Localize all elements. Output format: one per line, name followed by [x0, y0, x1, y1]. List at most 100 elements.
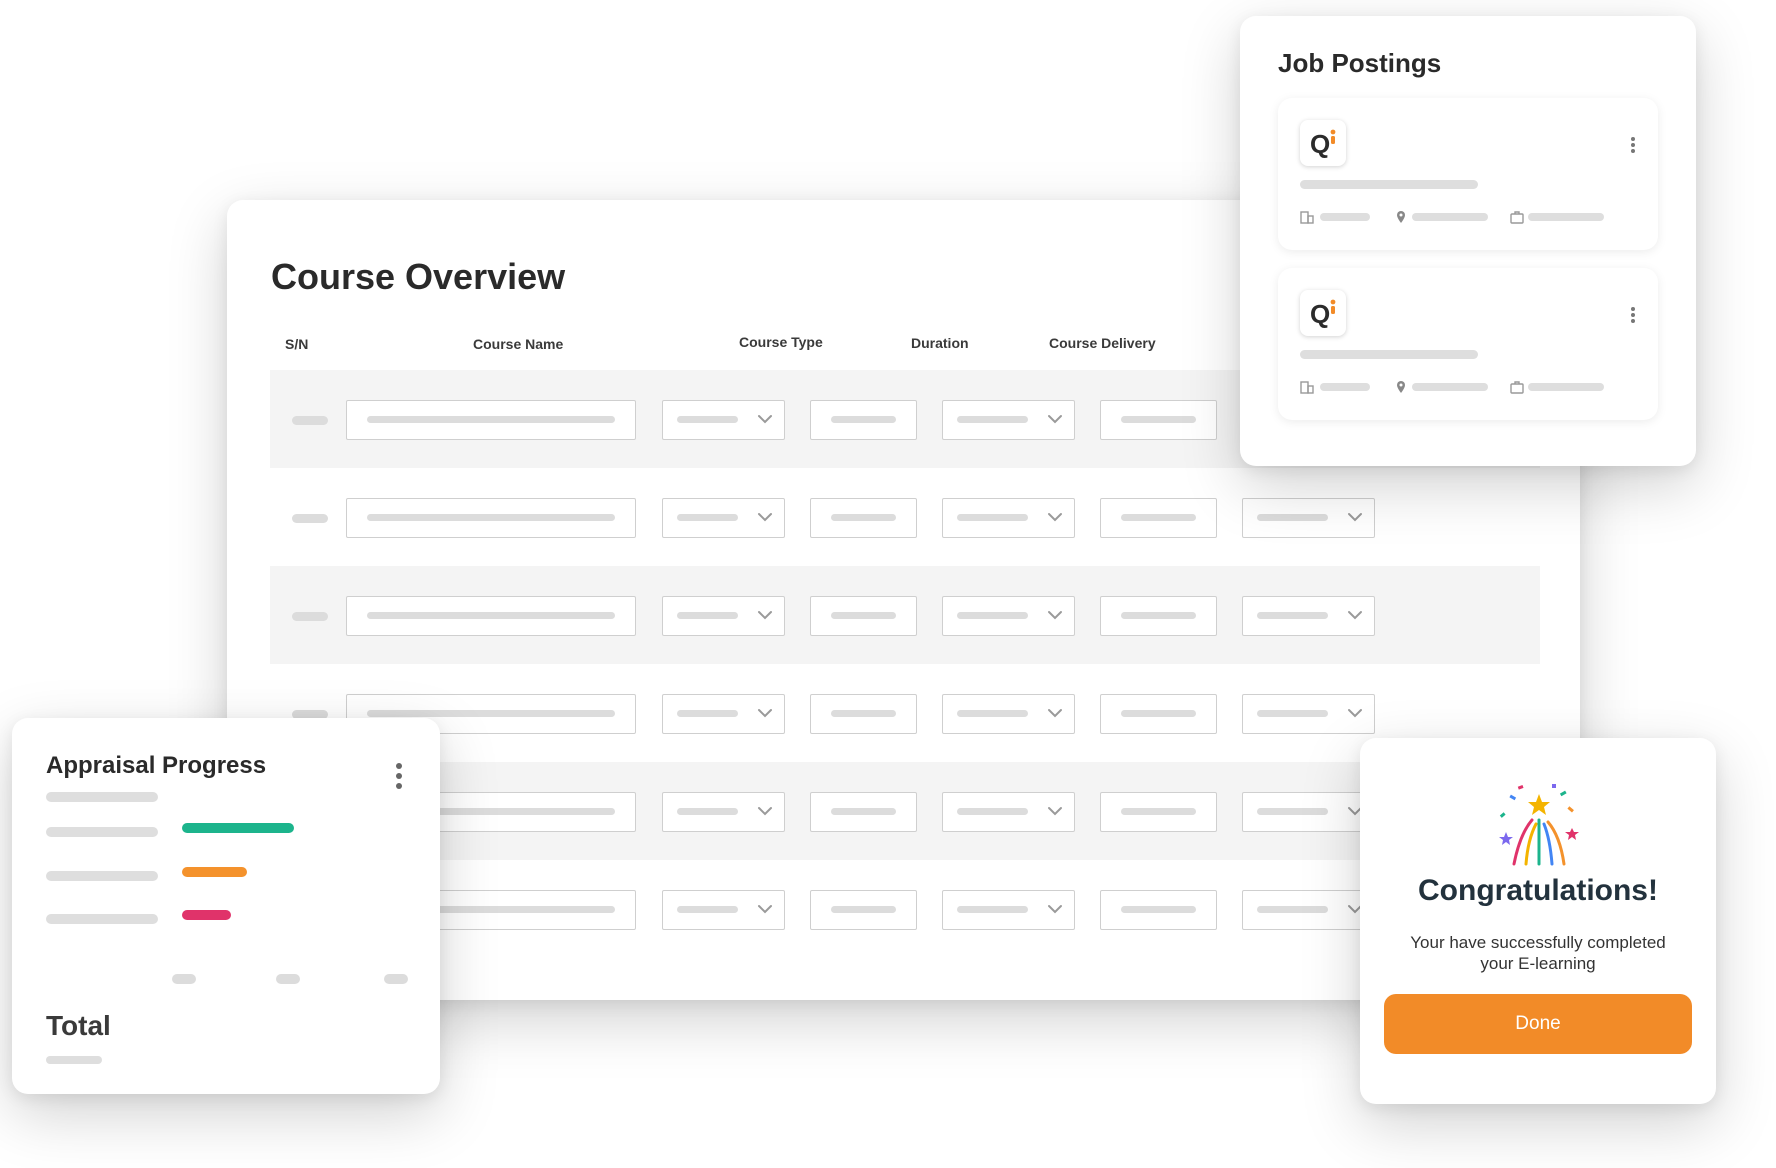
row-number-placeholder: [292, 612, 328, 621]
value-placeholder: [677, 612, 738, 619]
progress-label-placeholder: [46, 871, 158, 881]
value-placeholder: [957, 808, 1028, 815]
progress-bar: [182, 823, 294, 833]
duration-field[interactable]: [810, 400, 917, 440]
course-delivery-select[interactable]: [942, 694, 1075, 734]
course-name-field[interactable]: [346, 498, 636, 538]
done-button[interactable]: Done: [1384, 994, 1692, 1054]
progress-label-placeholder: [46, 827, 158, 837]
course-type-select[interactable]: [662, 694, 785, 734]
briefcase-icon: [1510, 211, 1524, 224]
chevron-down-icon: [1048, 905, 1062, 914]
value-placeholder: [367, 514, 615, 521]
column-header-sn: S/N: [285, 336, 309, 352]
chevron-down-icon: [1048, 513, 1062, 522]
extra-field[interactable]: [1100, 890, 1217, 930]
column-header-duration: Duration: [911, 335, 969, 351]
chevron-down-icon: [758, 709, 772, 718]
value-placeholder: [1121, 514, 1196, 521]
course-name-field[interactable]: [346, 400, 636, 440]
value-placeholder: [957, 416, 1028, 423]
extra-select[interactable]: [1242, 792, 1375, 832]
chevron-down-icon: [758, 513, 772, 522]
congratulations-message: Your have successfully completed your E-…: [1410, 933, 1666, 973]
job-postings-title: Job Postings: [1278, 48, 1442, 78]
chevron-down-icon: [1048, 807, 1062, 816]
value-placeholder: [1257, 808, 1328, 815]
company-logo-letter: Q: [1310, 129, 1330, 159]
value-placeholder: [1257, 710, 1328, 717]
extra-select[interactable]: [1242, 694, 1375, 734]
extra-field[interactable]: [1100, 498, 1217, 538]
congratulations-title: Congratulations!: [1418, 874, 1658, 907]
course-type-select[interactable]: [662, 400, 785, 440]
chevron-down-icon: [1048, 709, 1062, 718]
company-logo: Q: [1300, 290, 1346, 336]
value-placeholder: [831, 710, 896, 717]
extra-field[interactable]: [1100, 596, 1217, 636]
value-placeholder: [367, 612, 615, 619]
job-title-placeholder: [1300, 350, 1478, 359]
duration-field[interactable]: [810, 890, 917, 930]
chevron-down-icon: [1348, 709, 1362, 718]
briefcase-icon: [1510, 381, 1524, 394]
more-options-icon[interactable]: [1630, 306, 1636, 324]
extra-field[interactable]: [1100, 400, 1217, 440]
value-placeholder: [957, 710, 1028, 717]
course-delivery-select[interactable]: [942, 498, 1075, 538]
course-type-select[interactable]: [662, 498, 785, 538]
value-placeholder: [1121, 612, 1196, 619]
course-delivery-select[interactable]: [942, 890, 1075, 930]
job-posting-item[interactable]: Q: [1278, 98, 1658, 250]
company-placeholder: [1320, 213, 1370, 221]
table-row: [270, 762, 1540, 860]
value-placeholder: [831, 808, 896, 815]
extra-select[interactable]: [1242, 498, 1375, 538]
total-value-placeholder: [46, 1056, 102, 1064]
value-placeholder: [1121, 906, 1196, 913]
job-posting-item[interactable]: Q: [1278, 268, 1658, 420]
value-placeholder: [677, 906, 738, 913]
course-delivery-select[interactable]: [942, 400, 1075, 440]
course-type-select[interactable]: [662, 792, 785, 832]
value-placeholder: [1121, 416, 1196, 423]
job-postings-card: Job Postings Q Q: [1240, 16, 1696, 466]
value-placeholder: [1121, 808, 1196, 815]
value-placeholder: [957, 514, 1028, 521]
row-number-placeholder: [292, 514, 328, 523]
duration-field[interactable]: [810, 596, 917, 636]
company-logo-letter: Q: [1310, 299, 1330, 329]
duration-field[interactable]: [810, 498, 917, 538]
chevron-down-icon: [758, 415, 772, 424]
extra-field[interactable]: [1100, 694, 1217, 734]
progress-label-placeholder: [46, 914, 158, 924]
value-placeholder: [1257, 612, 1328, 619]
job-type-placeholder: [1528, 383, 1604, 391]
duration-field[interactable]: [810, 792, 917, 832]
column-header-course-delivery: Course Delivery: [1049, 335, 1156, 351]
more-options-icon[interactable]: [395, 762, 403, 790]
progress-bar: [182, 910, 231, 920]
company-icon: [1300, 381, 1314, 394]
extra-field[interactable]: [1100, 792, 1217, 832]
chevron-down-icon: [1048, 611, 1062, 620]
course-type-select[interactable]: [662, 596, 785, 636]
company-placeholder: [1320, 383, 1370, 391]
course-delivery-select[interactable]: [942, 596, 1075, 636]
more-options-icon[interactable]: [1630, 136, 1636, 154]
column-header-course-name: Course Name: [473, 336, 564, 352]
course-name-field[interactable]: [346, 596, 636, 636]
chevron-down-icon: [758, 807, 772, 816]
extra-select[interactable]: [1242, 890, 1375, 930]
table-row: [270, 566, 1540, 664]
course-delivery-select[interactable]: [942, 792, 1075, 832]
location-placeholder: [1412, 383, 1488, 391]
value-placeholder: [831, 906, 896, 913]
party-popper-icon: [1499, 784, 1579, 866]
location-placeholder: [1412, 213, 1488, 221]
course-type-select[interactable]: [662, 890, 785, 930]
value-placeholder: [367, 710, 615, 717]
extra-select[interactable]: [1242, 596, 1375, 636]
duration-field[interactable]: [810, 694, 917, 734]
axis-tick-placeholder: [172, 974, 196, 984]
